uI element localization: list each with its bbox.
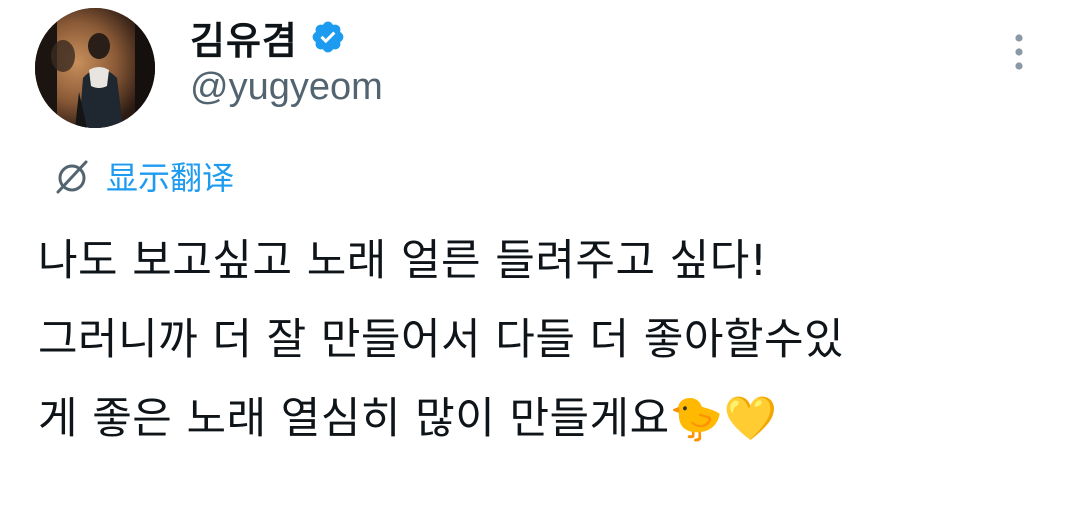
tweet-card: 김유겸 @yugyeom 显示翻译 나도 보고싶고 노래 얼른 들려주고 싶다!… [0, 0, 1079, 507]
translate-icon [56, 160, 88, 194]
user-handle[interactable]: @yugyeom [190, 66, 383, 109]
show-translation-button[interactable]: 显示翻译 [50, 154, 234, 198]
tweet-text-line: 그러니까 더 잘 만들어서 다들 더 좋아할수있 [38, 315, 845, 365]
display-name[interactable]: 김유겸 [190, 10, 298, 65]
name-row: 김유겸 [190, 10, 346, 65]
tweet-text-line: 나도 보고싶고 노래 얼른 들려주고 싶다! [38, 236, 768, 286]
tweet-text: 나도 보고싶고 노래 얼른 들려주고 싶다! 그러니까 더 잘 만들어서 다들 … [38, 240, 1038, 477]
verified-badge-icon [312, 21, 344, 53]
avatar[interactable] [35, 8, 155, 128]
show-translation-label: 显示翻译 [106, 159, 235, 197]
avatar-photo [35, 8, 155, 128]
tweet-text-line: 게 좋은 노래 열심히 많이 만들게요🐤💛 [38, 394, 778, 444]
more-options-icon[interactable] [1008, 30, 1030, 74]
